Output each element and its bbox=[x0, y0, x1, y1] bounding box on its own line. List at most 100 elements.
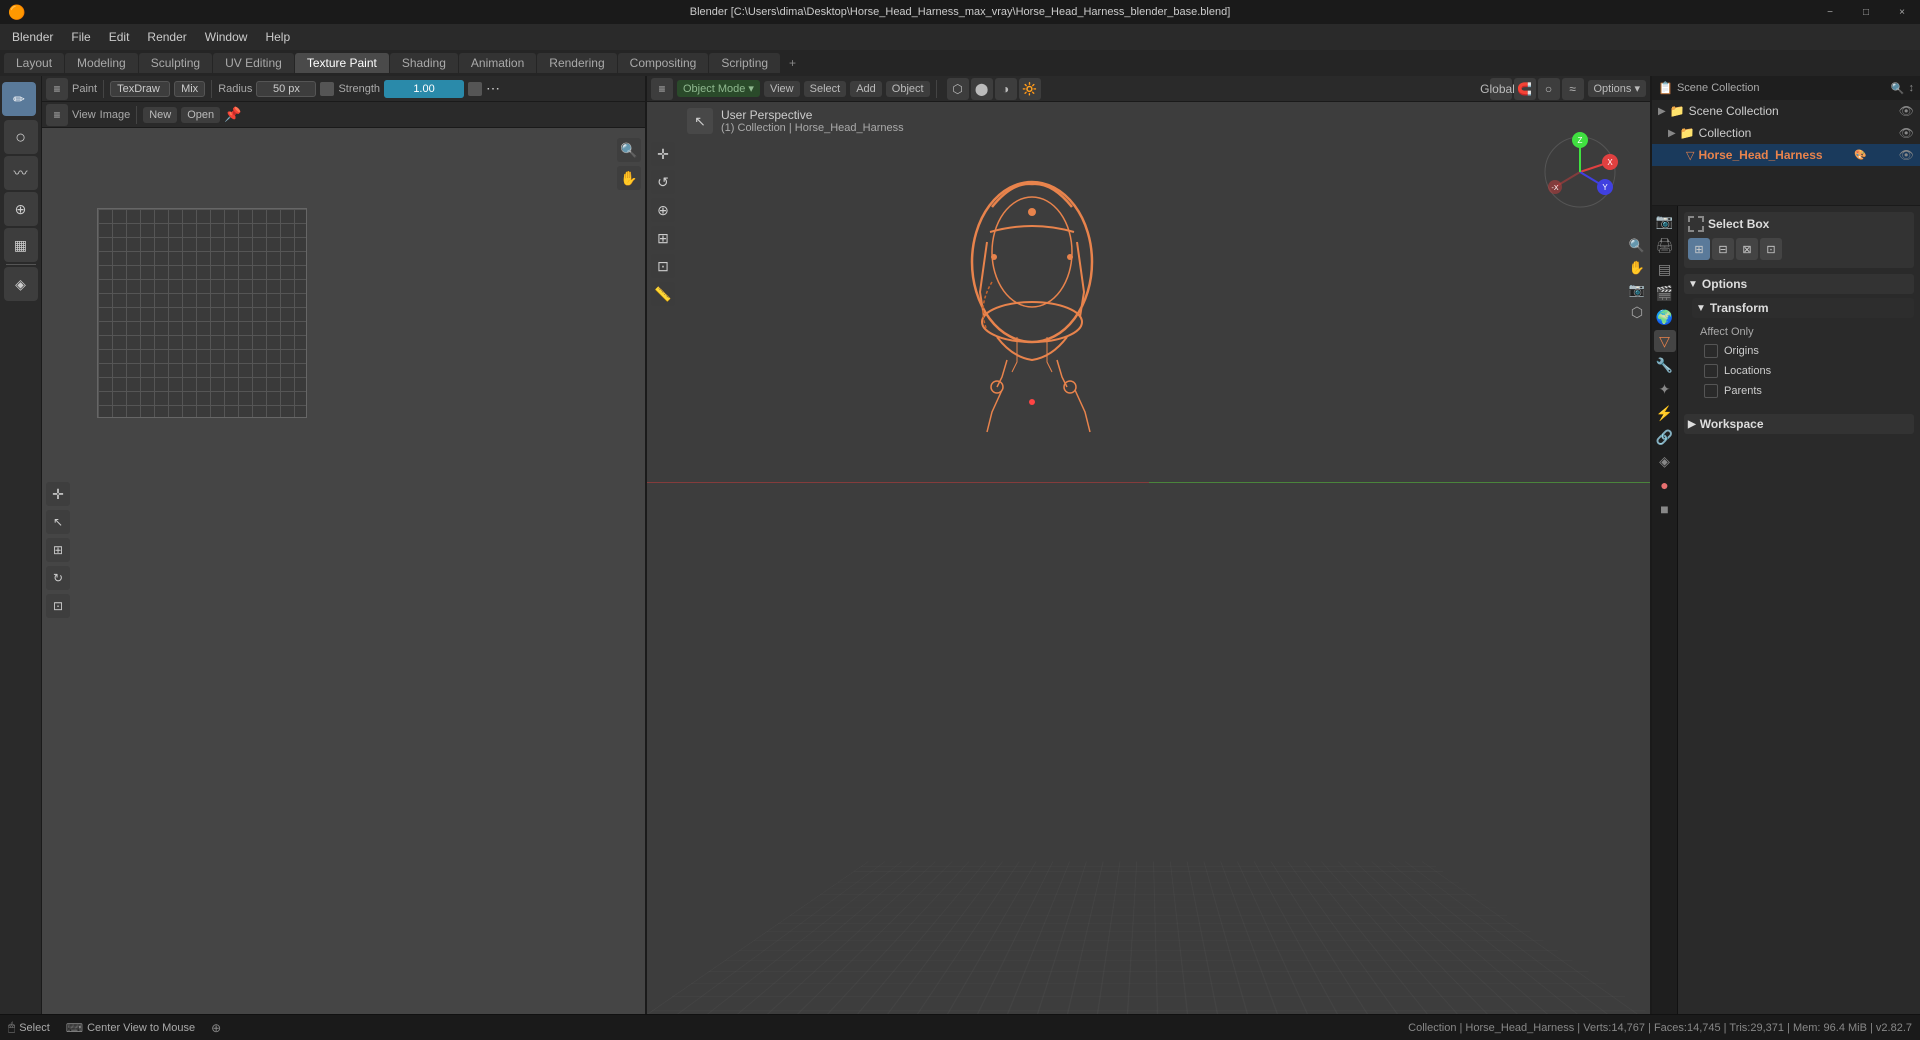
move-tool-nav[interactable]: ✛ bbox=[651, 142, 675, 166]
image-label[interactable]: Image bbox=[100, 109, 131, 121]
blend-mode-label[interactable]: Mix bbox=[174, 81, 205, 97]
view-menu[interactable]: View bbox=[764, 81, 800, 97]
strength-lock-button[interactable] bbox=[468, 82, 482, 96]
menu-edit[interactable]: Edit bbox=[101, 28, 138, 46]
uv-rotate-tool[interactable]: ↻ bbox=[46, 566, 70, 590]
outliner-filter-button[interactable]: 🔍 bbox=[1891, 82, 1905, 95]
radius-lock-button[interactable] bbox=[320, 82, 334, 96]
tab-shading[interactable]: Shading bbox=[390, 53, 458, 73]
uv-hand-tool[interactable]: ✋ bbox=[617, 166, 641, 190]
fly-tool-nav[interactable]: ⊞ bbox=[651, 226, 675, 250]
tab-sculpting[interactable]: Sculpting bbox=[139, 53, 212, 73]
outliner-item-horse-harness[interactable]: ▽ Horse_Head_Harness 🎨 👁 bbox=[1652, 144, 1920, 166]
menu-file[interactable]: File bbox=[63, 28, 98, 46]
close-button[interactable]: × bbox=[1884, 0, 1920, 24]
world-properties-icon[interactable]: 🌍 bbox=[1654, 306, 1676, 328]
select-mode-add-btn[interactable]: ⊟ bbox=[1712, 238, 1734, 260]
select-mode-sub-btn[interactable]: ⊠ bbox=[1736, 238, 1758, 260]
snapping-button[interactable]: 🧲 bbox=[1514, 78, 1536, 100]
viewport-mode-material[interactable]: ◑ bbox=[995, 78, 1017, 100]
modifier-properties-icon[interactable]: 🔧 bbox=[1654, 354, 1676, 376]
view-layer-icon[interactable]: ▤ bbox=[1654, 258, 1676, 280]
viewport-canvas[interactable]: ↖ User Perspective (1) Collection | Hors… bbox=[647, 102, 1650, 1014]
render-icon-btn[interactable]: ⬡ bbox=[1627, 302, 1647, 322]
radius-value[interactable]: 50 px bbox=[256, 81, 316, 97]
scene-visibility-icon[interactable]: 👁 bbox=[1899, 104, 1914, 118]
select-mode-and-btn[interactable]: ⊡ bbox=[1760, 238, 1782, 260]
transform-space-button[interactable]: ≈ bbox=[1562, 78, 1584, 100]
smear-tool-button[interactable]: 〰 bbox=[4, 156, 38, 190]
object-menu[interactable]: Object bbox=[886, 81, 930, 97]
orbit-tool-nav[interactable]: ↺ bbox=[651, 170, 675, 194]
draw-tool-button[interactable]: ✏ bbox=[2, 82, 36, 116]
material-properties-icon[interactable]: ● bbox=[1654, 474, 1676, 496]
select-menu[interactable]: Select bbox=[804, 81, 847, 97]
workspace-section-header[interactable]: ▶ Workspace bbox=[1684, 414, 1914, 434]
measure-nav[interactable]: 📏 bbox=[651, 282, 675, 306]
uv-scale-tool[interactable]: ⊡ bbox=[46, 594, 70, 618]
prop-edit-button[interactable]: ○ bbox=[1538, 78, 1560, 100]
maximize-button[interactable]: □ bbox=[1848, 0, 1884, 24]
options-button[interactable]: Options ▾ bbox=[1588, 80, 1647, 97]
viewport-mode-solid[interactable]: ⬤ bbox=[971, 78, 993, 100]
uv-cursor-tool[interactable]: ↖ bbox=[46, 510, 70, 534]
global-transform-button[interactable]: Global ▾ bbox=[1490, 78, 1512, 100]
transform-header[interactable]: ▼ Transform bbox=[1692, 298, 1914, 318]
tab-texture-paint[interactable]: Texture Paint bbox=[295, 53, 389, 73]
uv-move-tool[interactable]: ✛ bbox=[46, 482, 70, 506]
pan-btn[interactable]: ✋ bbox=[1627, 258, 1647, 278]
add-workspace-button[interactable]: + bbox=[781, 53, 804, 73]
particles-properties-icon[interactable]: ✦ bbox=[1654, 378, 1676, 400]
soften-tool-button[interactable]: ○ bbox=[4, 120, 38, 154]
cursor-tool-btn[interactable]: ↖ bbox=[687, 108, 713, 134]
zoom-tool-nav[interactable]: ⊕ bbox=[651, 198, 675, 222]
viewport-header-icon[interactable]: ≡ bbox=[651, 78, 673, 100]
new-image-button[interactable]: New bbox=[143, 107, 177, 123]
uv-zoom-in[interactable]: 🔍 bbox=[617, 138, 641, 162]
options-section-header[interactable]: ▼ Options bbox=[1684, 274, 1914, 294]
window-controls[interactable]: − □ × bbox=[1812, 0, 1920, 24]
scene-properties-icon[interactable]: 🎬 bbox=[1654, 282, 1676, 304]
options-button[interactable]: ⋯ bbox=[486, 80, 500, 97]
tab-uv-editing[interactable]: UV Editing bbox=[213, 53, 294, 73]
tab-scripting[interactable]: Scripting bbox=[709, 53, 780, 73]
header-icon-button[interactable]: ≡ bbox=[46, 78, 68, 100]
output-properties-icon[interactable]: 🖨 bbox=[1654, 234, 1676, 256]
viewport-mode-rendered[interactable]: 🔆 bbox=[1019, 78, 1041, 100]
camera-btn[interactable]: 📷 bbox=[1627, 280, 1647, 300]
parents-checkbox[interactable] bbox=[1704, 384, 1718, 398]
outliner-item-scene-collection[interactable]: ▶ 📁 Scene Collection 👁 bbox=[1652, 100, 1920, 122]
texture-properties-icon[interactable]: ■ bbox=[1654, 498, 1676, 520]
menu-help[interactable]: Help bbox=[257, 28, 298, 46]
harness-visibility-icon[interactable]: 👁 bbox=[1899, 148, 1914, 162]
uv-transform-tool[interactable]: ⊞ bbox=[46, 538, 70, 562]
minimize-button[interactable]: − bbox=[1812, 0, 1848, 24]
view-label[interactable]: View bbox=[72, 109, 96, 121]
object-mode-dropdown[interactable]: Object Mode ▾ bbox=[677, 80, 760, 97]
outliner-item-collection[interactable]: ▶ 📁 Collection 👁 bbox=[1652, 122, 1920, 144]
tab-rendering[interactable]: Rendering bbox=[537, 53, 616, 73]
collection-visibility-icon[interactable]: 👁 bbox=[1899, 126, 1914, 140]
render-properties-icon[interactable]: 📷 bbox=[1654, 210, 1676, 232]
open-image-button[interactable]: Open bbox=[181, 107, 220, 123]
data-properties-icon[interactable]: ◈ bbox=[1654, 450, 1676, 472]
strength-slider[interactable]: 1.00 bbox=[384, 80, 464, 98]
harness-paint-icon[interactable]: 🎨 bbox=[1854, 150, 1866, 161]
brush-name-label[interactable]: TexDraw bbox=[110, 81, 170, 97]
tab-compositing[interactable]: Compositing bbox=[618, 53, 709, 73]
uv-header-icon[interactable]: ≡ bbox=[46, 104, 68, 126]
pin-icon[interactable]: 📌 bbox=[224, 106, 241, 123]
tab-layout[interactable]: Layout bbox=[4, 53, 64, 73]
constraints-properties-icon[interactable]: 🔗 bbox=[1654, 426, 1676, 448]
physics-properties-icon[interactable]: ⚡ bbox=[1654, 402, 1676, 424]
menu-window[interactable]: Window bbox=[197, 28, 256, 46]
select-mode-set-btn[interactable]: ⊞ bbox=[1688, 238, 1710, 260]
mask-tool-button[interactable]: ◈ bbox=[4, 267, 38, 301]
zoom-in-btn[interactable]: 🔍 bbox=[1627, 236, 1647, 256]
clone-tool-button[interactable]: ⊕ bbox=[4, 192, 38, 226]
viewport-mode-wireframe[interactable]: ⬡ bbox=[947, 78, 969, 100]
camera-fly-nav[interactable]: ⊡ bbox=[651, 254, 675, 278]
tab-animation[interactable]: Animation bbox=[459, 53, 536, 73]
origins-checkbox[interactable] bbox=[1704, 344, 1718, 358]
menu-blender[interactable]: Blender bbox=[4, 28, 61, 46]
